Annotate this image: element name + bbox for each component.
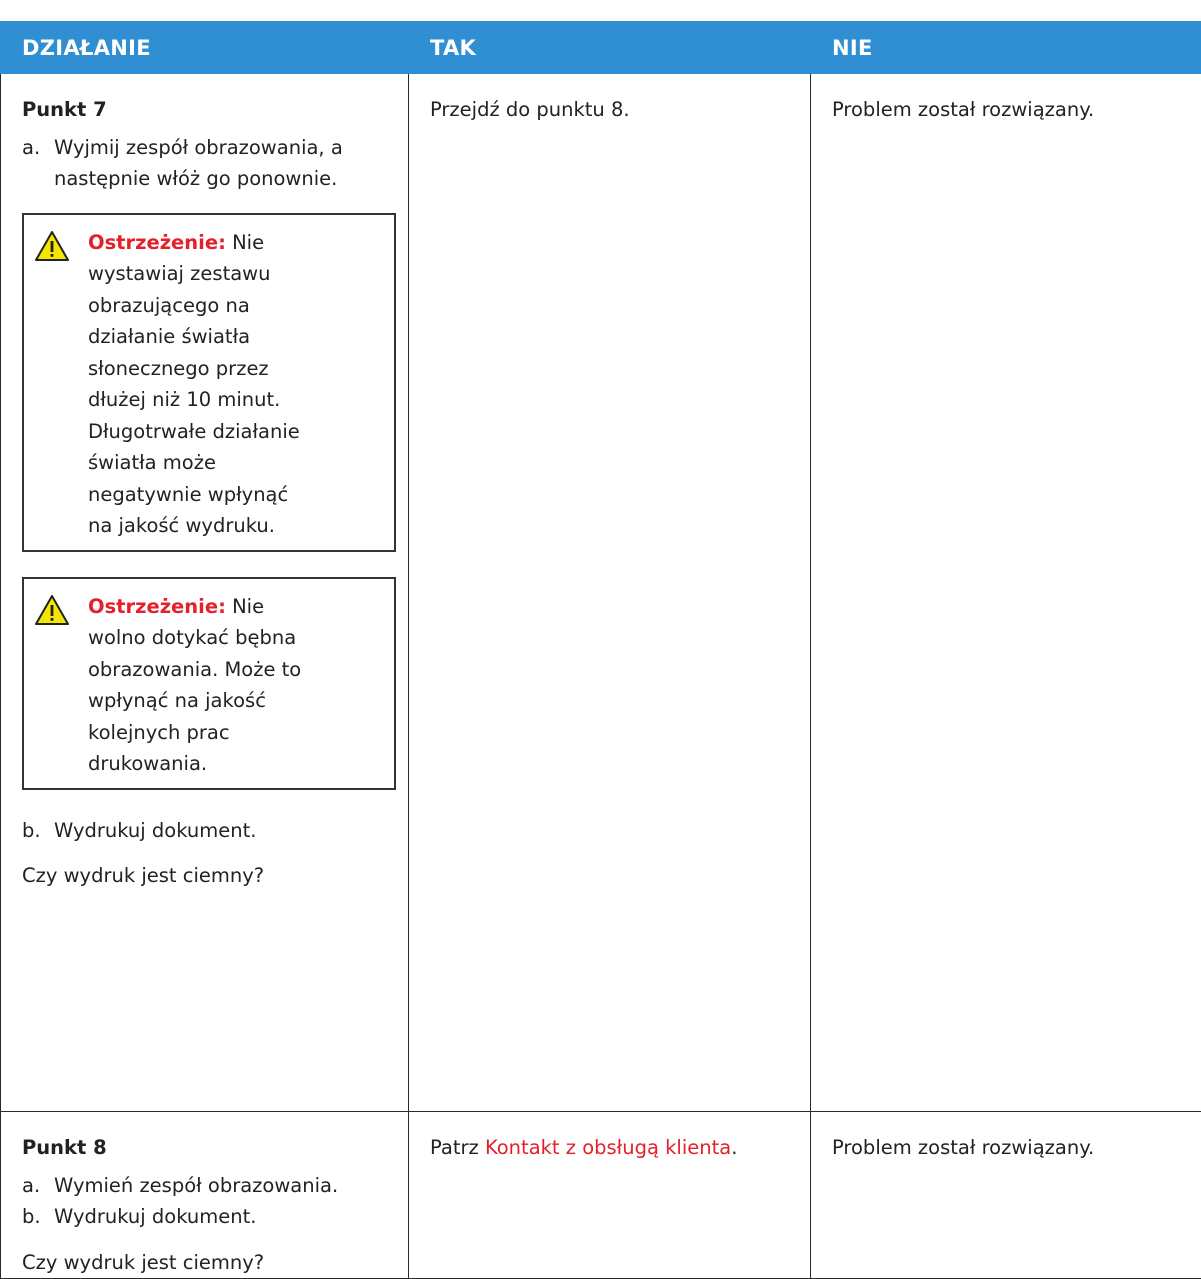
list-item: a. Wyjmij zespół obrazowania, a następni… (22, 132, 387, 195)
list-item-label: a. (22, 1170, 54, 1202)
action-cell: Punkt 8 a. Wymień zespół obrazowania. b.… (1, 1112, 409, 1279)
warning-body: Nie wolno dotykać bębna obrazowania. Moż… (88, 595, 301, 776)
warning-box: Ostrzeżenie: Nie wystawiaj zestawu obraz… (22, 213, 396, 552)
table-row: Punkt 8 a. Wymień zespół obrazowania. b.… (1, 1112, 1201, 1279)
header-no: NIE (811, 22, 1201, 74)
warning-triangle-icon (34, 227, 88, 542)
action-cell: Punkt 7 a. Wyjmij zespół obrazowania, a … (1, 74, 409, 1112)
warning-text: Ostrzeżenie: Nie wystawiaj zestawu obraz… (88, 227, 318, 542)
step-title: Punkt 7 (22, 94, 387, 126)
warning-triangle-icon (34, 591, 88, 780)
no-text: Problem został rozwiązany. (832, 1136, 1094, 1159)
yes-cell: Przejdź do punktu 8. (409, 74, 811, 1112)
list-item: b. Wydrukuj dokument. (22, 1201, 387, 1233)
yes-suffix: . (731, 1136, 737, 1159)
question-text: Czy wydruk jest ciemny? (22, 1247, 387, 1279)
warning-text: Ostrzeżenie: Nie wolno dotykać bębna obr… (88, 591, 318, 780)
list-item-text: Wyjmij zespół obrazowania, a następnie w… (54, 132, 387, 195)
step-title: Punkt 8 (22, 1132, 387, 1164)
table-row: Punkt 7 a. Wyjmij zespół obrazowania, a … (1, 74, 1201, 1112)
list-item-text: Wydrukuj dokument. (54, 815, 387, 847)
warning-body: Nie wystawiaj zestawu obrazującego na dz… (88, 231, 300, 538)
no-cell: Problem został rozwiązany. (811, 1112, 1201, 1279)
list-item-label: b. (22, 1201, 54, 1233)
customer-support-link[interactable]: Kontakt z obsługą klienta (485, 1136, 731, 1159)
yes-text: Przejdź do punktu 8. (430, 98, 630, 121)
warning-title: Ostrzeżenie: (88, 231, 226, 254)
warning-box: Ostrzeżenie: Nie wolno dotykać bębna obr… (22, 577, 396, 790)
no-cell: Problem został rozwiązany. (811, 74, 1201, 1112)
list-item: b. Wydrukuj dokument. (22, 815, 387, 847)
yes-cell: Patrz Kontakt z obsługą klienta. (409, 1112, 811, 1279)
yes-prefix: Patrz (430, 1136, 479, 1159)
list-item-text: Wydrukuj dokument. (54, 1201, 387, 1233)
table-header-row: DZIAŁANIE TAK NIE (1, 22, 1201, 74)
no-text: Problem został rozwiązany. (832, 98, 1094, 121)
list-item-label: a. (22, 132, 54, 195)
list-item-text: Wymień zespół obrazowania. (54, 1170, 387, 1202)
question-text: Czy wydruk jest ciemny? (22, 860, 387, 892)
header-action: DZIAŁANIE (1, 22, 409, 74)
list-item: a. Wymień zespół obrazowania. (22, 1170, 387, 1202)
warning-title: Ostrzeżenie: (88, 595, 226, 618)
header-yes: TAK (409, 22, 811, 74)
list-item-label: b. (22, 815, 54, 847)
troubleshooting-table: DZIAŁANIE TAK NIE Punkt 7 a. Wyjmij zesp… (0, 21, 1201, 1279)
